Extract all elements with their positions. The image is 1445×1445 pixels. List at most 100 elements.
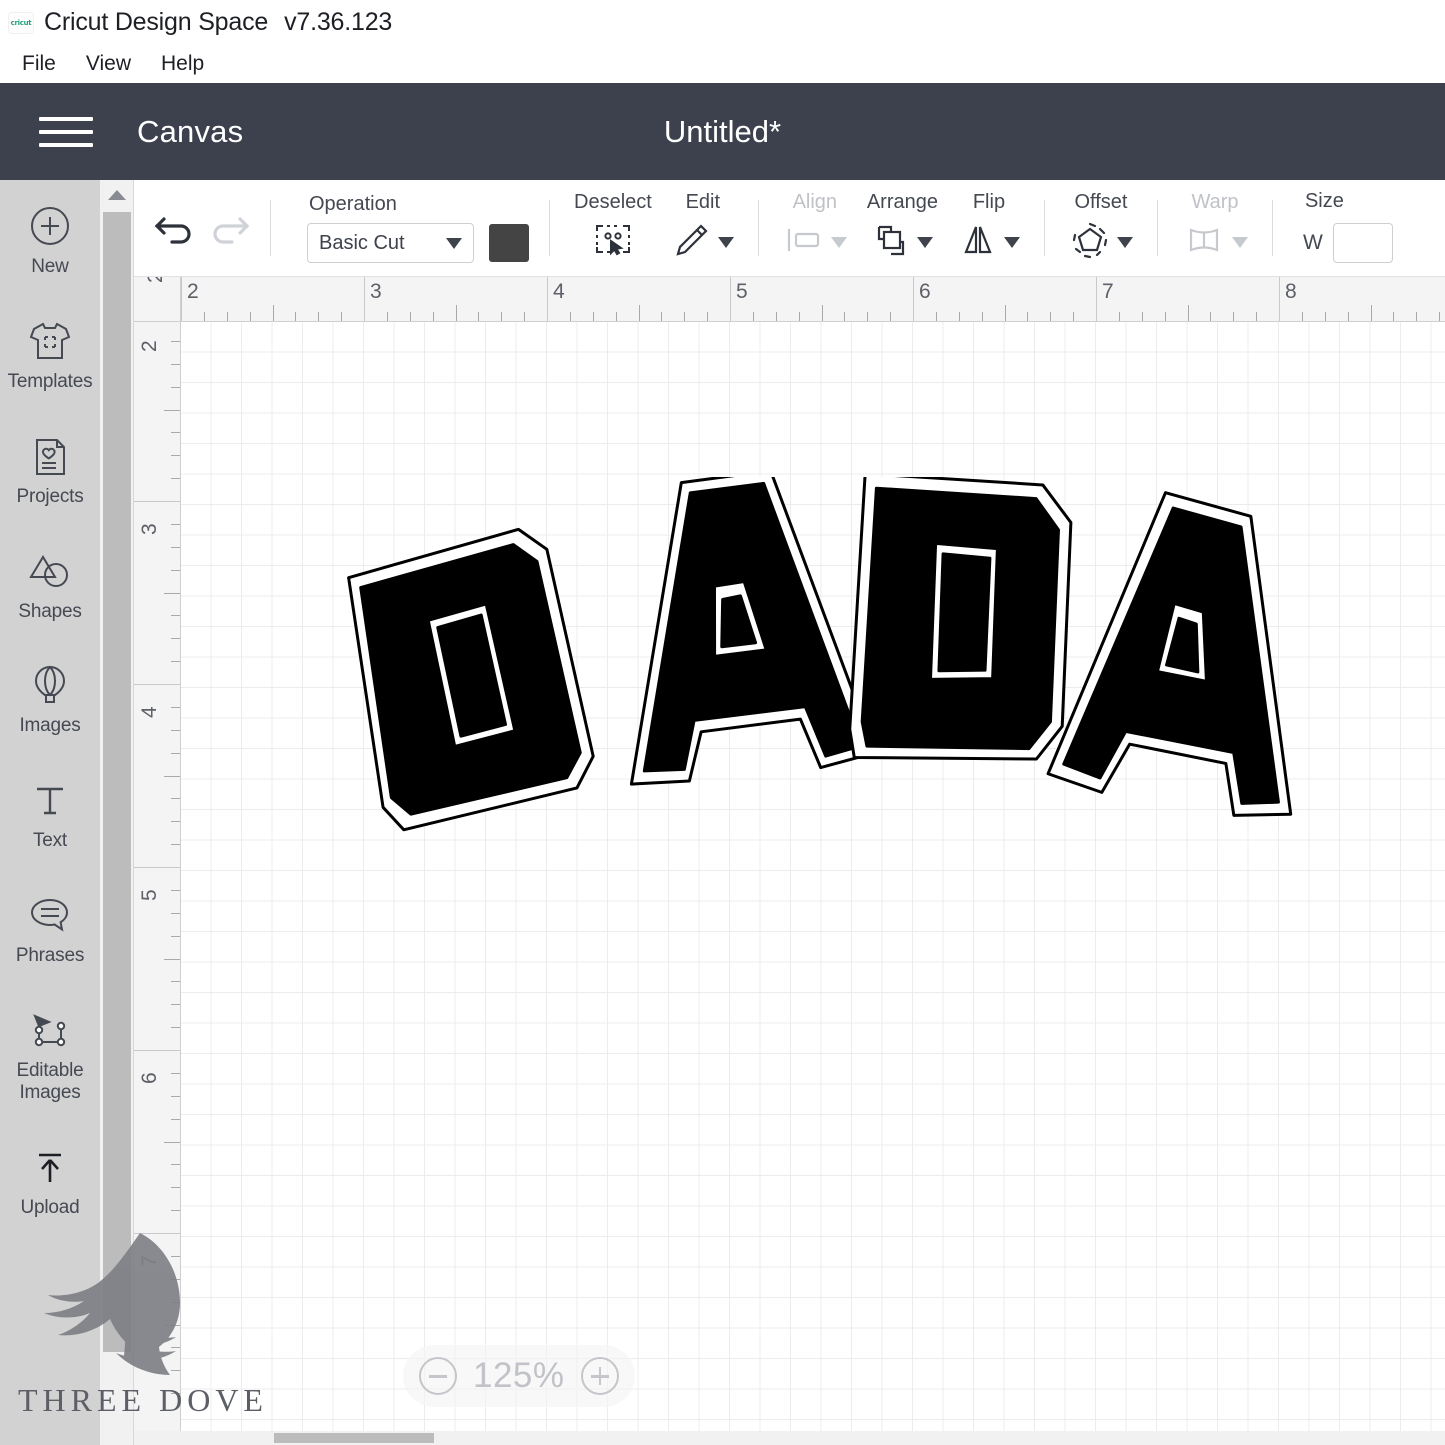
toolbar-divider bbox=[757, 200, 759, 256]
chevron-down-icon[interactable] bbox=[717, 237, 734, 248]
toolbar-divider bbox=[1043, 200, 1045, 256]
deselect-group[interactable]: Deselect bbox=[564, 191, 662, 266]
sidebar-item-images[interactable]: Images bbox=[0, 653, 100, 746]
align-icon[interactable] bbox=[783, 221, 825, 264]
hamburger-menu-icon[interactable] bbox=[39, 112, 93, 152]
ruler-tick bbox=[752, 312, 754, 321]
ruler-tick bbox=[171, 340, 180, 342]
menu-item-file[interactable]: File bbox=[10, 50, 68, 78]
ruler-tick bbox=[958, 312, 960, 321]
ruler-tick bbox=[171, 1118, 180, 1120]
ruler-tick bbox=[1004, 305, 1006, 321]
ruler-major-line bbox=[134, 867, 180, 868]
ruler-tick bbox=[171, 1255, 180, 1257]
design-canvas[interactable]: 125% bbox=[181, 322, 1445, 1445]
ruler-tick bbox=[171, 455, 180, 457]
zoom-out-icon[interactable] bbox=[419, 1357, 457, 1395]
ruler-tick bbox=[171, 661, 180, 663]
ruler-corner-label: 2 bbox=[144, 277, 167, 283]
align-group[interactable]: Align bbox=[773, 191, 857, 266]
arrange-group[interactable]: Arrange bbox=[857, 191, 948, 266]
scroll-up-arrow-icon[interactable] bbox=[100, 180, 133, 210]
warp-icon[interactable] bbox=[1182, 221, 1226, 264]
canvas-row: 234567 125% bbox=[134, 322, 1445, 1445]
sidebar-item-upload[interactable]: Upload bbox=[0, 1135, 100, 1228]
sidebar-item-projects[interactable]: Projects bbox=[0, 424, 100, 517]
ruler-tick bbox=[1301, 312, 1303, 321]
deselect-icon[interactable] bbox=[593, 221, 633, 264]
ruler-tick bbox=[615, 312, 617, 321]
chevron-down-icon[interactable] bbox=[917, 237, 934, 248]
ruler-tick bbox=[171, 546, 180, 548]
ruler-tick bbox=[1256, 312, 1258, 321]
zoom-control[interactable]: 125% bbox=[403, 1345, 635, 1407]
undo-button[interactable] bbox=[148, 201, 202, 255]
ruler-tick bbox=[164, 1141, 180, 1143]
ruler-h-label: 7 bbox=[1102, 280, 1114, 303]
sidebar-item-phrases[interactable]: Phrases bbox=[0, 883, 100, 976]
vertical-scrollbar[interactable] bbox=[100, 180, 134, 1445]
ruler-h-label: 2 bbox=[187, 280, 199, 303]
vertical-scrollbar-thumb[interactable] bbox=[102, 212, 131, 1352]
ruler-corner: 2 bbox=[134, 277, 181, 321]
ruler-tick bbox=[569, 312, 571, 321]
sidebar-item-text[interactable]: Text bbox=[0, 768, 100, 861]
text-t-icon bbox=[30, 777, 70, 823]
artwork-dada[interactable] bbox=[346, 477, 1356, 877]
zoom-in-icon[interactable] bbox=[580, 1357, 619, 1395]
ruler-tick bbox=[821, 305, 823, 321]
sidebar-item-templates[interactable]: Templates bbox=[0, 309, 100, 402]
pencil-icon[interactable] bbox=[672, 221, 712, 264]
ruler-tick bbox=[171, 615, 180, 617]
flip-icon[interactable] bbox=[958, 221, 998, 264]
chevron-down-icon[interactable] bbox=[830, 237, 847, 248]
operation-color-swatch[interactable] bbox=[489, 224, 529, 262]
arrange-label: Arrange bbox=[866, 190, 938, 213]
size-width-input[interactable] bbox=[1332, 223, 1393, 263]
ruler-tick bbox=[171, 1004, 180, 1006]
horizontal-scrollbar-thumb[interactable] bbox=[274, 1433, 434, 1443]
hot-air-balloon-icon bbox=[30, 662, 70, 708]
align-label: Align bbox=[792, 190, 838, 213]
redo-button[interactable] bbox=[202, 201, 256, 255]
clipboard-heart-icon bbox=[29, 433, 71, 479]
sidebar-item-new[interactable]: New bbox=[0, 194, 100, 287]
arrange-layers-icon[interactable] bbox=[871, 221, 911, 264]
sidebar-item-editable-images[interactable]: Editable Images bbox=[0, 998, 100, 1113]
ruler-v-label: 6 bbox=[138, 1072, 161, 1084]
sidebar-label-projects: Projects bbox=[16, 485, 84, 507]
vertical-ruler[interactable]: 2 3 4 5 6 7 bbox=[134, 322, 181, 1445]
toolbar-divider bbox=[1271, 200, 1273, 256]
chevron-down-icon[interactable] bbox=[1003, 237, 1020, 248]
chevron-down-icon bbox=[446, 237, 462, 249]
ruler-tick bbox=[1164, 312, 1166, 321]
ruler-tick bbox=[935, 312, 937, 321]
flip-group[interactable]: Flip bbox=[948, 191, 1030, 266]
ruler-tick bbox=[1118, 312, 1120, 321]
edit-group[interactable]: Edit bbox=[662, 191, 744, 266]
ruler-tick bbox=[171, 1095, 180, 1097]
sidebar-label-editable-images: Editable Images bbox=[16, 1059, 84, 1103]
sidebar-item-shapes[interactable]: Shapes bbox=[0, 539, 100, 632]
app-title: Cricut Design Space bbox=[44, 8, 269, 36]
menu-item-view[interactable]: View bbox=[74, 50, 143, 78]
ruler-v-label: 7 bbox=[138, 1255, 161, 1267]
offset-pentagon-icon[interactable] bbox=[1069, 221, 1111, 264]
horizontal-scrollbar[interactable] bbox=[134, 1431, 1445, 1445]
menu-item-help[interactable]: Help bbox=[149, 50, 216, 78]
operation-group: Operation Basic Cut bbox=[285, 193, 535, 263]
operation-value: Basic Cut bbox=[319, 231, 405, 254]
ruler-h-label: 8 bbox=[1285, 280, 1297, 303]
chevron-down-icon[interactable] bbox=[1116, 237, 1133, 248]
horizontal-ruler-track[interactable]: 2 3 4 5 6 7 8 bbox=[181, 277, 1445, 321]
ruler-tick bbox=[1141, 312, 1143, 321]
canvas-label[interactable]: Canvas bbox=[137, 114, 243, 150]
ruler-tick bbox=[661, 312, 663, 321]
ruler-tick bbox=[1187, 305, 1189, 321]
ruler-tick bbox=[1393, 312, 1395, 321]
chevron-down-icon[interactable] bbox=[1231, 237, 1248, 248]
offset-group[interactable]: Offset bbox=[1059, 191, 1143, 266]
warp-group[interactable]: Warp bbox=[1172, 191, 1258, 266]
ruler-tick bbox=[1347, 312, 1349, 321]
operation-select[interactable]: Basic Cut bbox=[307, 223, 474, 263]
